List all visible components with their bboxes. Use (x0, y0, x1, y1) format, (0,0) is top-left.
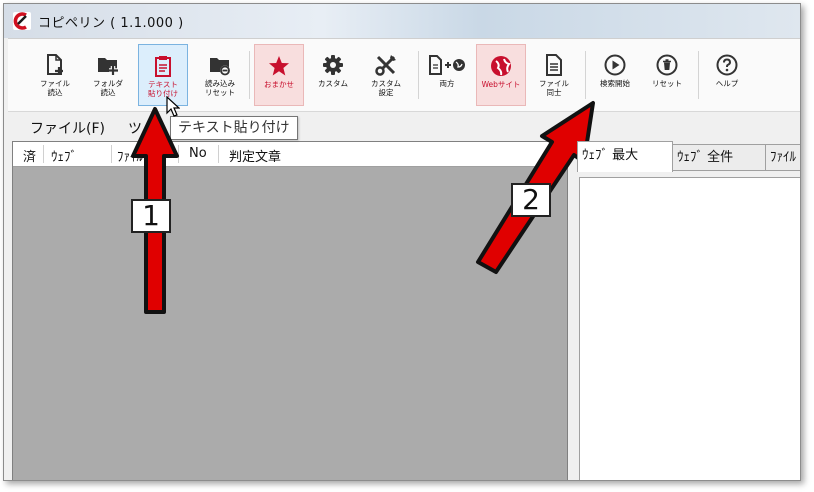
mouse-cursor-icon (166, 96, 180, 117)
callout-step-2: 2 (511, 183, 551, 217)
callout-step-1: 1 (131, 199, 171, 233)
tab-web-max[interactable]: ｳｪﾌﾞ 最大 (577, 141, 673, 172)
annotation-arrows (131, 101, 595, 314)
